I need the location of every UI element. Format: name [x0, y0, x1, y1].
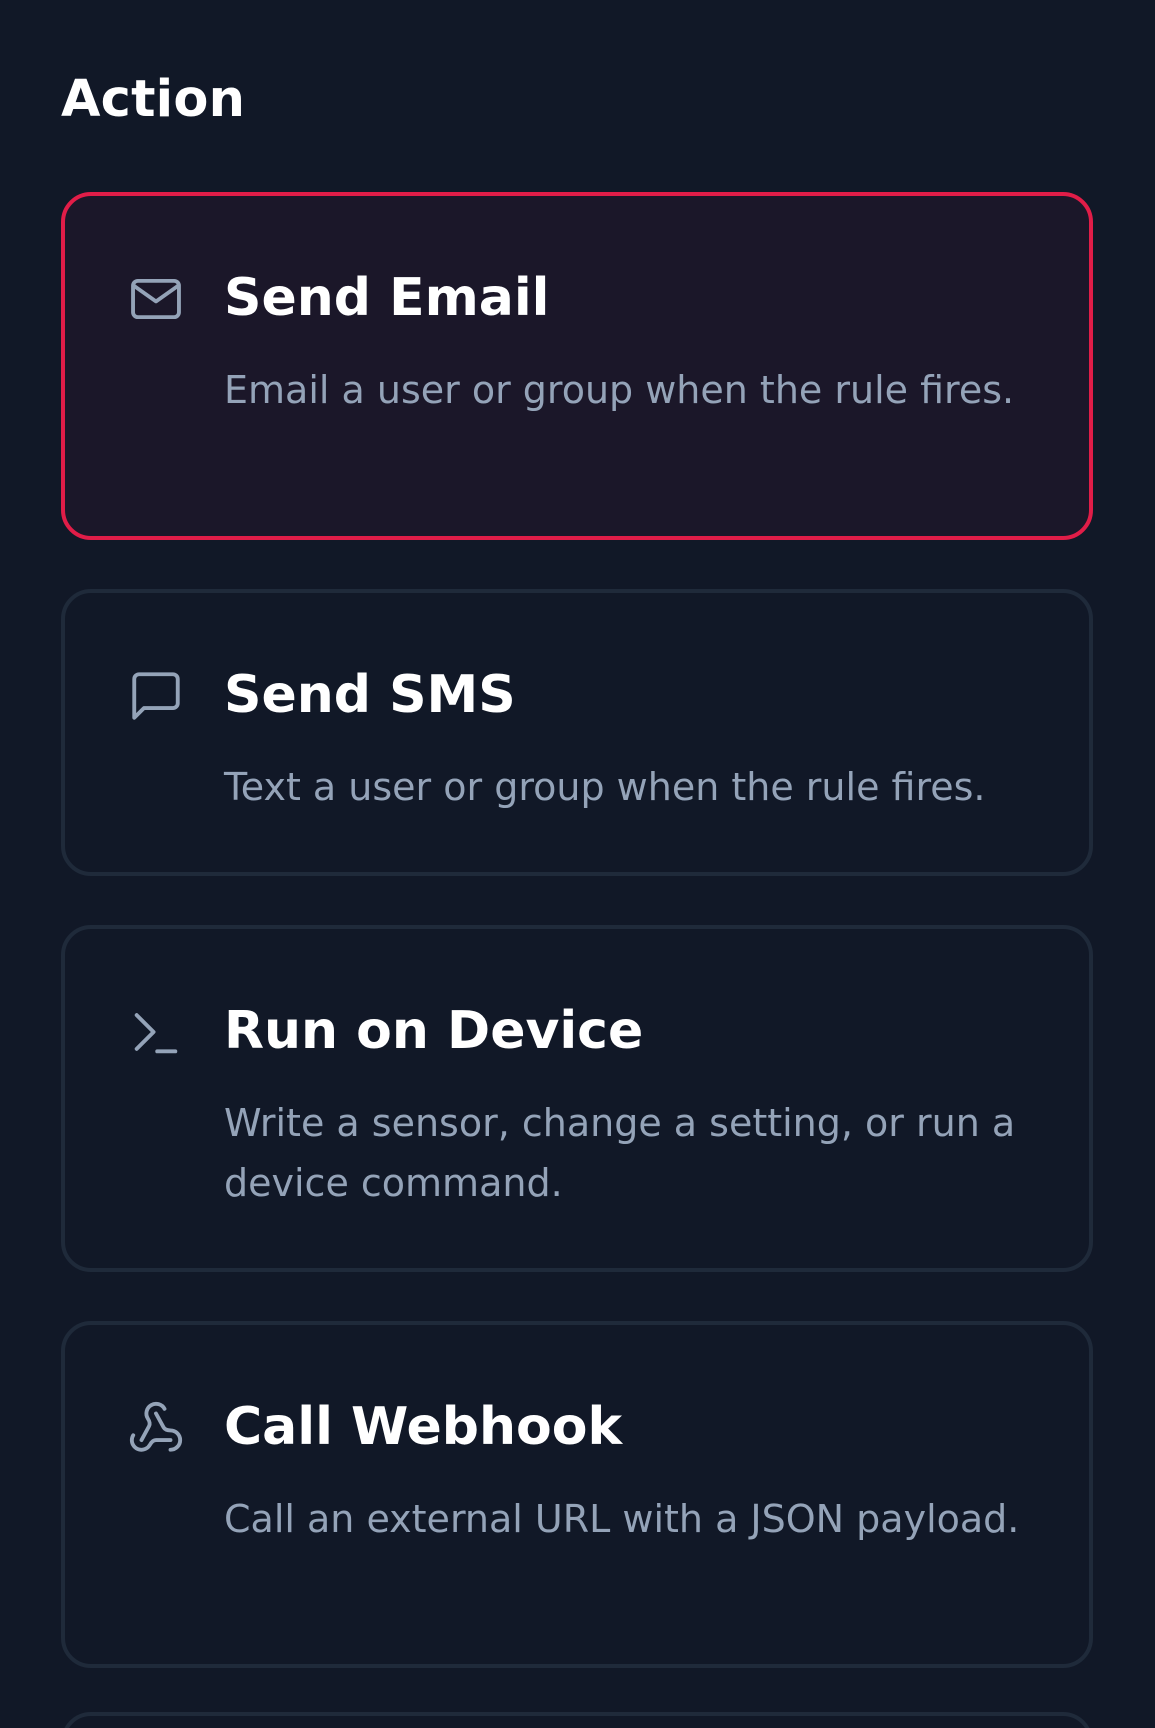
action-card-send-email[interactable]: Send Email Email a user or group when th…: [61, 192, 1093, 540]
webhook-icon: [127, 1399, 185, 1457]
action-title: Call Webhook: [224, 1397, 623, 1457]
action-description: Write a sensor, change a setting, or run…: [224, 1101, 1016, 1205]
action-description: Text a user or group when the rule fires…: [224, 765, 986, 809]
action-title: Send SMS: [224, 665, 516, 725]
message-square-icon: [127, 667, 185, 725]
action-description: Call an external URL with a JSON payload…: [224, 1497, 1020, 1541]
action-title: Run on Device: [224, 1001, 644, 1061]
action-card-partial[interactable]: [61, 1712, 1093, 1728]
action-card-call-webhook[interactable]: Call Webhook Call an external URL with a…: [61, 1321, 1093, 1668]
mail-icon: [127, 270, 185, 328]
section-title: Action: [61, 70, 246, 129]
action-title: Send Email: [224, 268, 550, 328]
terminal-icon: [127, 1003, 185, 1061]
action-picker-page: Action Send Email Email a user or group …: [0, 0, 1155, 1728]
action-description: Email a user or group when the rule fire…: [224, 368, 1015, 412]
action-card-send-sms[interactable]: Send SMS Text a user or group when the r…: [61, 589, 1093, 876]
action-card-run-on-device[interactable]: Run on Device Write a sensor, change a s…: [61, 925, 1093, 1272]
